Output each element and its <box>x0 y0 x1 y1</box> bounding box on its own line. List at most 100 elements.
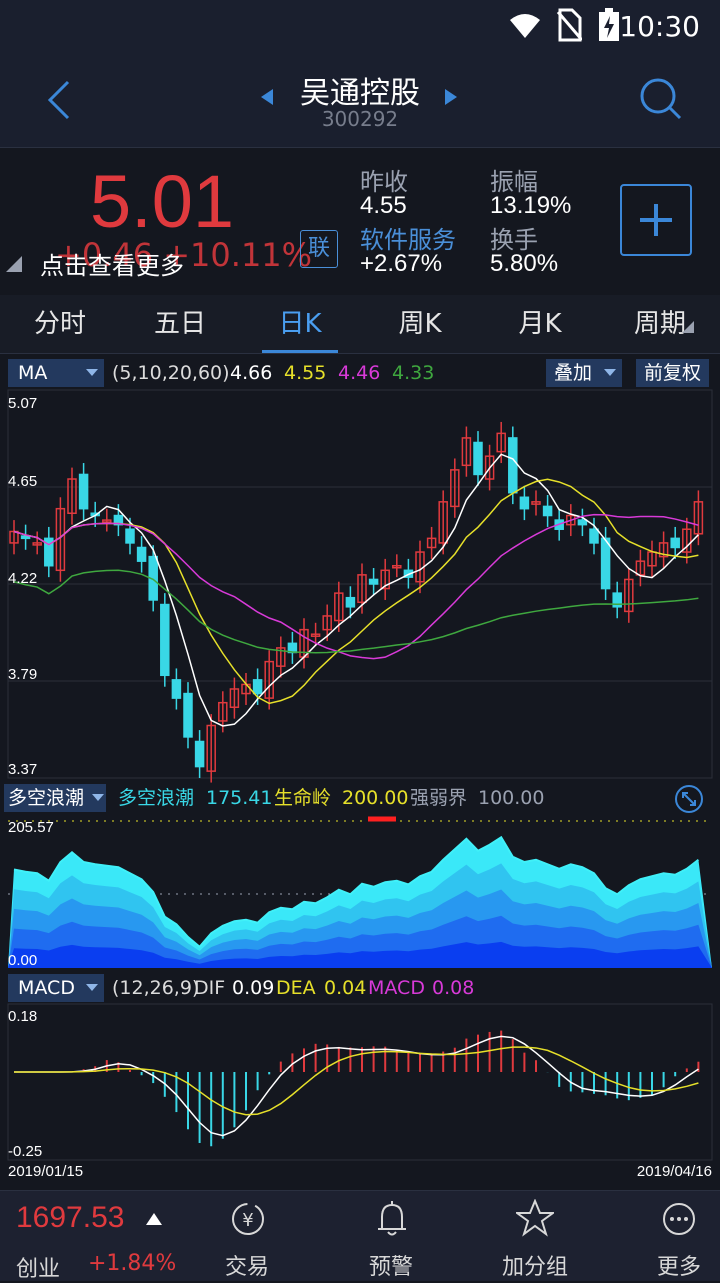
nav-add-group-label: 加分组 <box>501 1255 568 1280</box>
overlay-label: 叠加 <box>554 362 593 384</box>
turnover-value: 5.80% <box>490 250 559 277</box>
kline-candle <box>600 537 611 590</box>
view-more-tip[interactable]: 点击查看更多 <box>40 246 184 281</box>
kline-axis-4: 3.79 <box>8 666 37 683</box>
kline-axis-top: 5.07 <box>8 395 37 412</box>
chevron-down-icon <box>604 369 616 376</box>
nav-alert[interactable]: 预警 <box>336 1191 446 1281</box>
linked-button[interactable]: 联 <box>300 230 338 268</box>
ma5-line <box>13 453 699 727</box>
more-icon <box>663 1203 695 1235</box>
date-start: 2019/01/15 <box>8 1163 83 1180</box>
prev-close-value: 4.55 <box>360 192 407 219</box>
index-name: 创业 <box>16 1257 61 1282</box>
ma20-value: 4.46 <box>338 362 381 384</box>
kline-candle <box>20 535 31 540</box>
ma60-line <box>13 569 699 654</box>
tab-five-day[interactable]: 五日 <box>120 295 240 353</box>
bottom-bar: 1697.53 创业 +1.84% ¥ 交易 预警 加分组 更多 <box>0 1190 720 1282</box>
kline-candle <box>183 692 193 738</box>
period-dropdown-icon <box>682 321 694 333</box>
period-tabs: 分时 五日 日K 周K 月K 周期 <box>0 295 720 354</box>
wifi-icon <box>510 14 540 38</box>
chart-area[interactable]: 5.07 4.65 4.22 3.79 3.37 205.57 0.00 0.1… <box>0 388 720 1188</box>
kline-candle <box>368 578 379 585</box>
amplitude-value: 13.19% <box>490 192 572 219</box>
kline-candle <box>473 441 483 476</box>
tab-monthly-k[interactable]: 月K <box>480 295 600 353</box>
adjust-button[interactable]: 前复权 <box>636 359 710 387</box>
kline-candle <box>171 679 182 699</box>
macd-axis-bottom: -0.25 <box>8 1143 42 1160</box>
plus-icon <box>640 204 672 236</box>
kline-candle <box>136 546 147 562</box>
kline-candle <box>670 537 680 549</box>
kline-candle <box>508 437 518 494</box>
bell-icon <box>378 1201 406 1236</box>
ma60-value: 4.33 <box>392 362 435 384</box>
kline-candle <box>194 740 205 768</box>
header: 吴通控股 300292 <box>0 52 720 148</box>
dif-line <box>14 1035 699 1137</box>
nav-add-group[interactable]: 加分组 <box>480 1191 590 1281</box>
macd-axis-top: 0.18 <box>8 1008 37 1025</box>
ma-select[interactable]: MA <box>8 359 104 387</box>
kline-candle <box>589 528 599 544</box>
svg-text:¥: ¥ <box>242 1210 253 1231</box>
nav-more-label: 更多 <box>656 1255 701 1280</box>
up-arrow-icon <box>146 1213 162 1225</box>
tab-period[interactable]: 周期 <box>600 295 720 353</box>
corner-triangle-icon <box>6 256 22 272</box>
ma5-value: 4.66 <box>230 362 273 384</box>
kline-axis-2: 4.65 <box>8 473 37 490</box>
kline-candles <box>9 421 704 783</box>
active-tab-indicator <box>262 350 338 353</box>
stock-name: 吴通控股 <box>300 76 420 111</box>
star-icon <box>516 1199 554 1237</box>
duokong-axis-bottom: 0.00 <box>8 952 37 969</box>
kline-candle <box>519 496 530 510</box>
status-bar: 10:30 <box>0 0 720 52</box>
kline-candle <box>125 528 135 544</box>
next-stock-icon[interactable] <box>444 88 458 106</box>
tab-intraday[interactable]: 分时 <box>0 295 120 353</box>
tab-daily-k[interactable]: 日K <box>240 295 360 353</box>
macd-histogram <box>14 1030 700 1147</box>
overlay-button[interactable]: 叠加 <box>546 359 622 387</box>
kline-candle <box>345 596 356 608</box>
nav-trade-label: 交易 <box>224 1255 269 1280</box>
kline-candle <box>160 603 170 677</box>
kline-candle <box>78 473 89 510</box>
dea-line <box>14 1046 699 1116</box>
index-change: +1.84% <box>88 1251 177 1276</box>
ma-lines <box>13 453 699 727</box>
add-watchlist-button[interactable] <box>620 184 692 256</box>
ma-params: (5,10,20,60) <box>112 362 230 384</box>
chevron-down-icon <box>86 369 98 376</box>
tab-weekly-k[interactable]: 周K <box>360 295 480 353</box>
kline-axis-3: 4.22 <box>8 570 37 587</box>
index-value[interactable]: 1697.53 <box>16 1201 124 1235</box>
ma10-value: 4.55 <box>284 362 327 384</box>
clock: 10:30 <box>619 10 700 43</box>
kline-candle <box>252 679 263 695</box>
kline-axis-bottom: 3.37 <box>8 761 37 778</box>
battery-charging-icon <box>599 8 619 41</box>
search-icon[interactable] <box>638 76 682 120</box>
ma-select-label: MA <box>18 362 48 384</box>
trade-icon: ¥ <box>232 1203 264 1235</box>
quote-panel[interactable]: 5.01 +0.46 +10.11% 点击查看更多 联 昨收 4.55 软件服务… <box>0 148 720 293</box>
ma-bar: MA (5,10,20,60) 4.66 4.55 4.46 4.33 叠加 前… <box>0 357 720 389</box>
ma10-line <box>13 478 699 705</box>
nav-trade[interactable]: ¥ 交易 <box>192 1191 302 1281</box>
sector-change: +2.67% <box>360 250 443 277</box>
stock-code: 300292 <box>321 107 399 131</box>
last-price: 5.01 <box>90 160 235 243</box>
nav-more[interactable]: 更多 <box>624 1191 720 1281</box>
date-end: 2019/04/16 <box>637 1163 712 1180</box>
duokong-axis-top: 205.57 <box>8 819 54 836</box>
no-sim-icon <box>556 8 582 42</box>
duokong-waves <box>8 816 712 968</box>
nav-alert-label: 预警 <box>368 1255 413 1280</box>
kline-candle <box>577 519 588 526</box>
